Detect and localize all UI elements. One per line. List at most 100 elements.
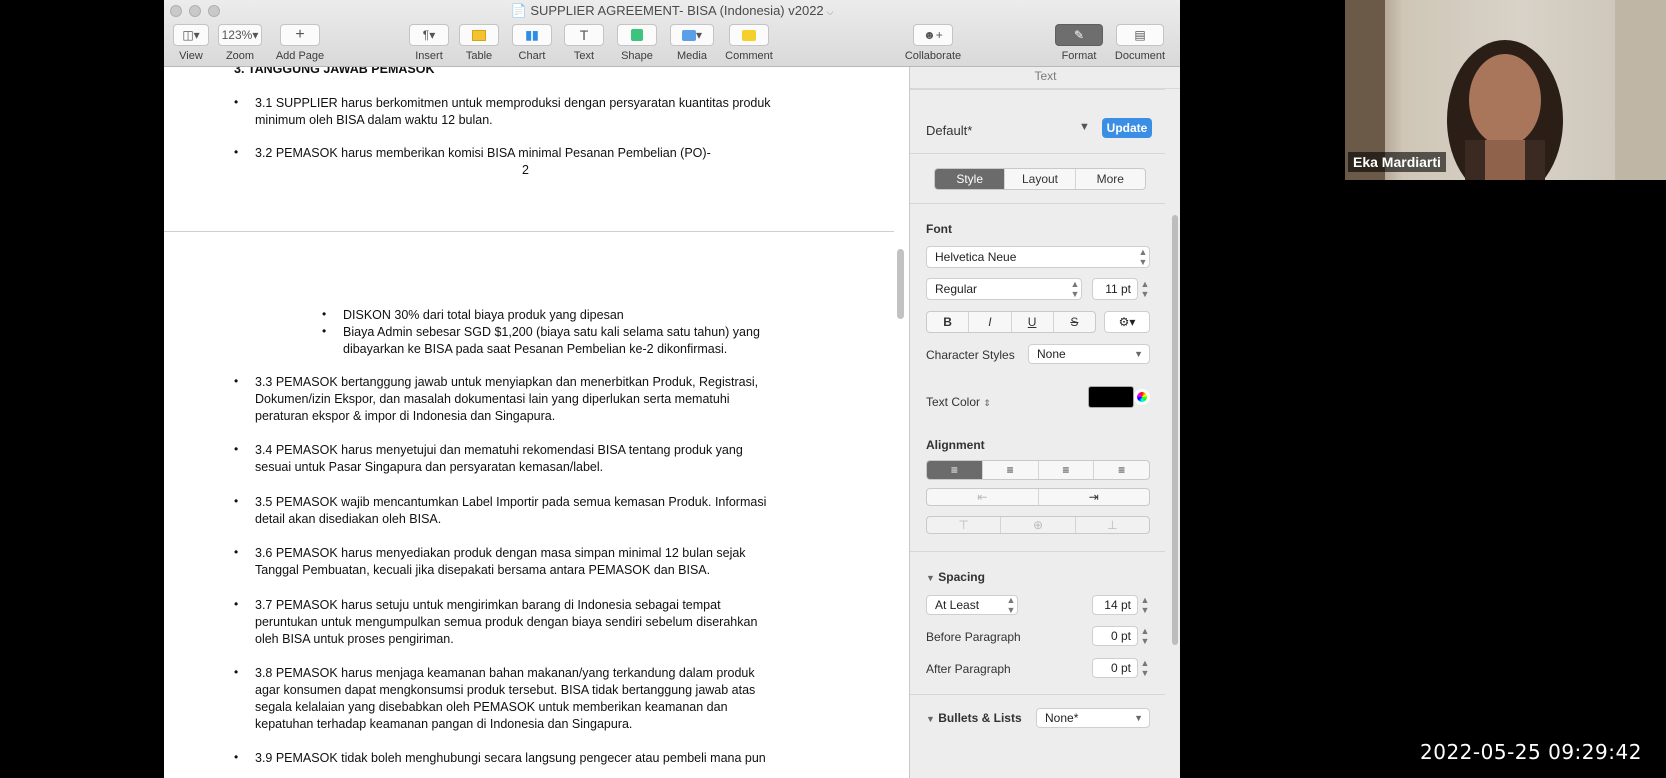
chevron-updown-icon[interactable]: ▲ ▼ — [1068, 279, 1082, 299]
font-family-select[interactable]: Helvetica Neue — [926, 246, 1150, 268]
collaborate-icon: ☻+ — [913, 24, 953, 46]
clause-3-3-line-2: Dokumen/izin Ekspor, dan masalah dokumen… — [255, 392, 730, 406]
chevron-down-icon[interactable]: ▼ — [1079, 121, 1090, 133]
clause-3-7-line-2: peruntukan untuk mengumpulkan semua prod… — [255, 615, 758, 629]
font-size-field[interactable]: 11 pt — [1092, 278, 1138, 300]
document-settings-icon: ▤ — [1116, 24, 1164, 46]
paintbrush-icon: ✎ — [1055, 24, 1103, 46]
bullet-icon: • — [234, 665, 239, 679]
clause-3-7-line-1: 3.7 PEMASOK harus setuju untuk mengirimk… — [255, 598, 721, 612]
document-canvas[interactable]: 3. TANGGUNG JAWAB PEMASOK • 3.1 SUPPLIER… — [164, 67, 909, 778]
insert-button[interactable]: ¶▾ Insert — [409, 24, 449, 62]
page-break-divider — [164, 231, 894, 232]
clause-3-6-line-1: 3.6 PEMASOK harus menyediakan produk den… — [255, 546, 746, 560]
clause-3-4-line-1: 3.4 PEMASOK harus menyetujui dan mematuh… — [255, 443, 743, 457]
text-color-swatch[interactable] — [1088, 386, 1134, 408]
before-paragraph-stepper[interactable]: ▲ ▼ — [1138, 626, 1152, 646]
text-color-label: Text Color ⇕ — [926, 395, 991, 409]
chart-icon: ▮▮ — [512, 24, 552, 46]
collaborate-button[interactable]: ☻+ Collaborate — [899, 24, 967, 62]
screen: 📄 SUPPLIER AGREEMENT- BISA (Indonesia) v… — [0, 0, 1666, 778]
clause-3-5-line-1: 3.5 PEMASOK wajib mencantumkan Label Imp… — [255, 495, 767, 509]
chart-button[interactable]: ▮▮ Chart — [512, 24, 552, 62]
view-control[interactable]: ◫▾ View — [172, 24, 210, 62]
tab-style[interactable]: Style — [935, 169, 1006, 189]
bullet-icon: • — [234, 442, 239, 456]
table-icon — [459, 24, 499, 46]
align-right-icon[interactable]: ≡ — [1039, 461, 1095, 479]
paragraph-style-name[interactable]: Default* — [926, 123, 972, 138]
text-button[interactable]: T Text — [564, 24, 604, 62]
bullets-lists-heading[interactable]: ▼ Bullets & Lists — [926, 711, 1022, 725]
inspector-tab-title[interactable]: Text — [910, 67, 1180, 89]
chevron-updown-icon[interactable]: ▲ ▼ — [1004, 595, 1018, 615]
sub-item-admin-fee-line-1: Biaya Admin sebesar SGD $1,200 (biaya sa… — [343, 325, 760, 339]
line-spacing-field[interactable]: 14 pt — [1092, 595, 1138, 615]
document-icon: 📄 — [510, 3, 527, 18]
before-paragraph-field[interactable]: 0 pt — [1092, 626, 1138, 646]
update-style-button[interactable]: Update — [1102, 118, 1152, 138]
font-size-stepper[interactable]: ▲ ▼ — [1138, 279, 1152, 299]
color-wheel-icon[interactable] — [1134, 389, 1150, 405]
character-styles-select[interactable]: None ▼ — [1028, 344, 1150, 364]
bold-button[interactable]: B — [927, 312, 970, 332]
bullets-lists-select[interactable]: None* ▼ — [1036, 708, 1150, 728]
increase-indent-icon[interactable]: ⇥ — [1039, 489, 1150, 505]
text-style-buttons: B I U S — [926, 311, 1096, 333]
font-style-select[interactable]: Regular — [926, 278, 1082, 300]
inspector-scrollbar[interactable] — [1172, 215, 1178, 645]
bullet-icon: • — [322, 324, 327, 338]
add-page-button[interactable]: + Add Page — [272, 24, 328, 62]
clause-3-8-line-4: kepatuhan terhadap keamanan pangan di In… — [255, 717, 633, 731]
bullet-icon: • — [234, 750, 239, 764]
decrease-indent-icon[interactable]: ⇤ — [927, 489, 1039, 505]
clause-3-5-line-2: detail akan disediakan oleh BISA. — [255, 512, 442, 526]
line-spacing-stepper[interactable]: ▲ ▼ — [1138, 595, 1152, 615]
plus-icon: + — [280, 24, 320, 46]
window-title[interactable]: 📄 SUPPLIER AGREEMENT- BISA (Indonesia) v… — [164, 3, 1180, 19]
align-center-icon[interactable]: ≡ — [983, 461, 1039, 479]
strikethrough-button[interactable]: S — [1054, 312, 1095, 332]
format-button[interactable]: ✎ Format — [1054, 24, 1104, 62]
align-left-icon[interactable]: ≡ — [927, 461, 983, 479]
clause-3-1-line-2: minimum oleh BISA dalam waktu 12 bulan. — [255, 113, 493, 127]
chevron-down-icon: ⌵ — [826, 7, 834, 17]
after-paragraph-field[interactable]: 0 pt — [1092, 658, 1138, 678]
tab-layout[interactable]: Layout — [1005, 169, 1076, 189]
table-button[interactable]: Table — [459, 24, 499, 62]
clause-3-8-line-3: segala kelalaian yang disebabkan oleh PE… — [255, 700, 728, 714]
paragraph-icon: ¶▾ — [409, 24, 449, 46]
align-justify-icon[interactable]: ≡ — [1094, 461, 1149, 479]
media-button[interactable]: ▾ Media — [670, 24, 714, 62]
text-options-gear-icon[interactable]: ⚙▾ — [1104, 311, 1150, 333]
bullet-icon: • — [234, 374, 239, 388]
bullet-icon: • — [234, 545, 239, 559]
toolbar: 📄 SUPPLIER AGREEMENT- BISA (Indonesia) v… — [164, 0, 1180, 67]
tab-more[interactable]: More — [1076, 169, 1145, 189]
clause-3-6-line-2: Tanggal Pembuatan, kecuali jika disepaka… — [255, 563, 711, 577]
spacing-heading[interactable]: ▼ Spacing — [926, 570, 985, 584]
comment-button[interactable]: Comment — [721, 24, 777, 62]
clause-3-9-line-1: 3.9 PEMASOK tidak boleh menghubungi seca… — [255, 751, 766, 765]
after-paragraph-label: After Paragraph — [926, 662, 1011, 676]
align-bottom-icon[interactable]: ⊥ — [1076, 517, 1149, 533]
font-heading: Font — [926, 222, 952, 236]
character-styles-label: Character Styles — [926, 348, 1015, 362]
italic-button[interactable]: I — [969, 312, 1012, 332]
chevron-updown-icon[interactable]: ▲ ▼ — [1136, 247, 1150, 267]
comment-icon — [729, 24, 769, 46]
recording-timestamp: 2022-05-25 09:29:42 — [1420, 740, 1642, 764]
document-scrollbar[interactable] — [897, 249, 904, 319]
after-paragraph-stepper[interactable]: ▲ ▼ — [1138, 658, 1152, 678]
zoom-control[interactable]: 123% ▾ Zoom — [218, 24, 262, 62]
shape-button[interactable]: Shape — [617, 24, 657, 62]
clause-3-1-line-1: 3.1 SUPPLIER harus berkomitmen untuk mem… — [255, 96, 771, 110]
underline-button[interactable]: U — [1012, 312, 1054, 332]
align-top-icon[interactable]: ⊤ — [927, 517, 1002, 533]
pages-window: 📄 SUPPLIER AGREEMENT- BISA (Indonesia) v… — [164, 0, 1180, 778]
document-button[interactable]: ▤ Document — [1110, 24, 1170, 62]
media-icon: ▾ — [670, 24, 714, 46]
align-middle-icon[interactable]: ⊕ — [1001, 517, 1076, 533]
bullet-icon: • — [234, 95, 239, 109]
sub-item-discount: DISKON 30% dari total biaya produk yang … — [343, 308, 624, 322]
